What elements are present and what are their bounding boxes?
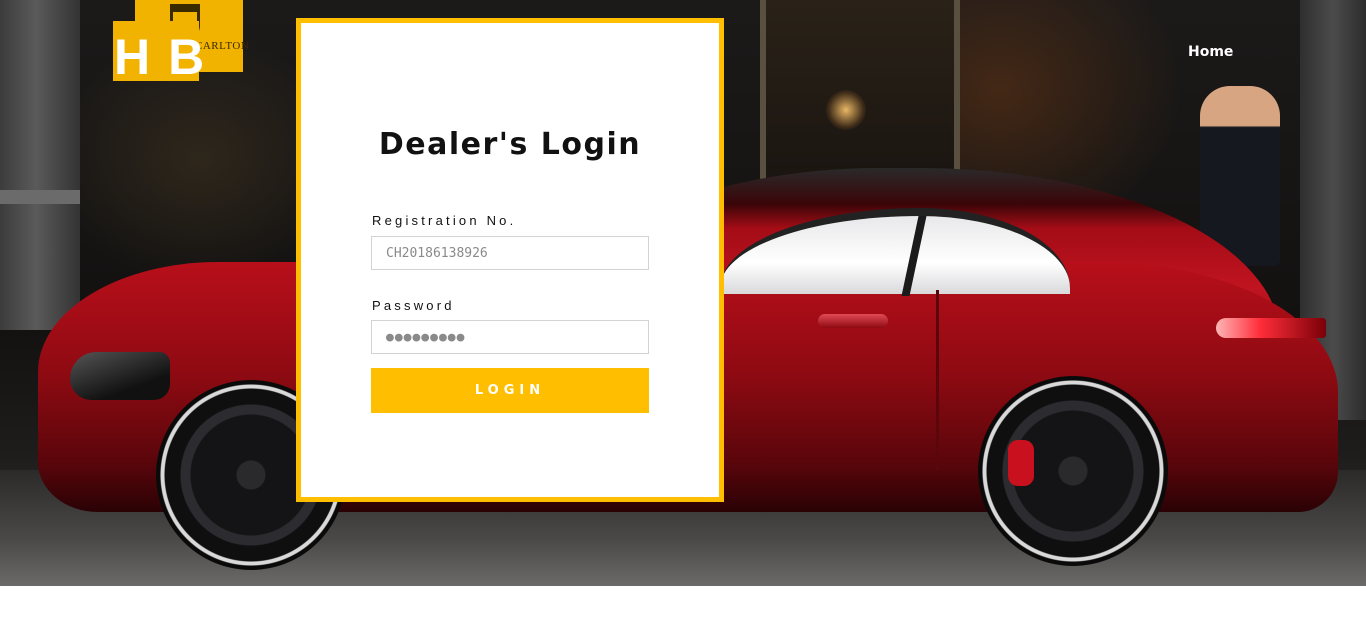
brake-caliper — [1008, 440, 1034, 486]
brand-logo-text[interactable]: HB — [114, 32, 222, 82]
building-pillar-left — [0, 0, 80, 330]
page-title: Dealer's Login — [378, 127, 642, 162]
password-label: Password — [372, 298, 455, 313]
car-rear-wheel — [978, 376, 1168, 566]
registration-label: Registration No. — [372, 213, 517, 228]
car-tail-light — [1216, 318, 1326, 338]
car-door-line — [936, 290, 939, 470]
nav-home-link[interactable]: Home — [1188, 44, 1233, 60]
registration-input[interactable] — [371, 236, 649, 270]
login-card: Dealer's Login Registration No. Password… — [296, 18, 724, 502]
car-headlight — [70, 352, 170, 400]
car-door-handle — [818, 314, 888, 328]
password-input[interactable] — [371, 320, 649, 354]
login-button[interactable]: LOGIN — [371, 368, 649, 413]
